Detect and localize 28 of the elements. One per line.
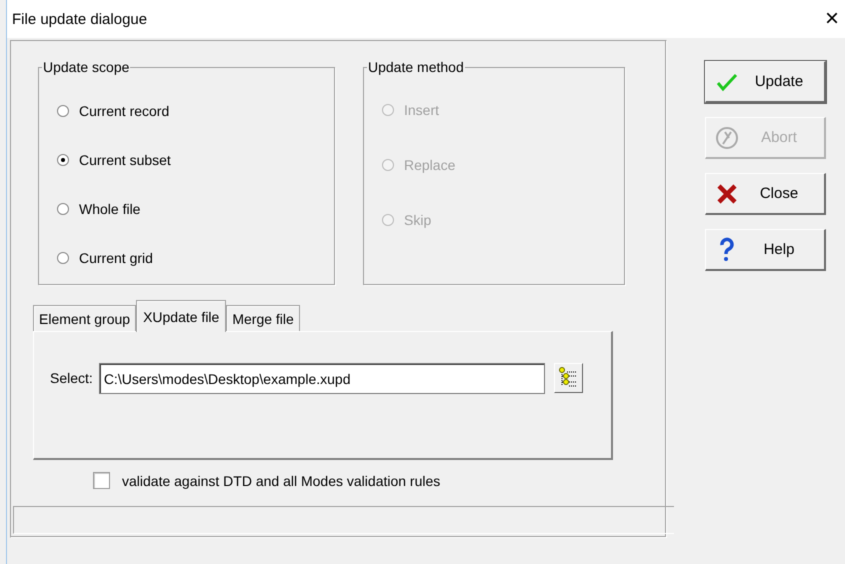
tab[interactable]: XUpdate file (136, 300, 226, 332)
tab[interactable]: Merge file (226, 305, 300, 331)
option-label: Whole file (79, 200, 140, 216)
group-title: Update scope (42, 59, 130, 75)
field-label: Select: (50, 370, 93, 386)
browse-button[interactable] (554, 363, 583, 393)
checkbox-label: validate against DTD and all Modes validation rules (122, 472, 440, 488)
option-label: Replace (404, 156, 456, 172)
dialog-button[interactable]: Close (705, 173, 826, 215)
dialog-button[interactable]: Update (705, 61, 826, 103)
group-title: Update method (367, 59, 465, 75)
option-label: Insert (404, 102, 440, 118)
window-title: File update dialogue (12, 10, 148, 28)
checkbox[interactable] (93, 472, 110, 489)
path-field[interactable]: C:\Users\modes\Desktop\example.xupd (98, 363, 545, 394)
radio-button[interactable] (57, 154, 69, 166)
radio-button[interactable] (57, 252, 69, 264)
tab[interactable]: Element group (33, 305, 136, 331)
radio-button[interactable] (57, 202, 69, 214)
option-label: Skip (404, 212, 432, 228)
option-label: Current subset (79, 152, 171, 168)
option-label: Current grid (79, 250, 153, 266)
option-label: Current record (79, 102, 170, 118)
radio-button[interactable] (57, 104, 69, 116)
stop-icon (714, 124, 740, 150)
tree-icon (558, 367, 578, 389)
close-button[interactable]: × (824, 7, 839, 31)
dialog-button[interactable]: Help (705, 229, 826, 271)
